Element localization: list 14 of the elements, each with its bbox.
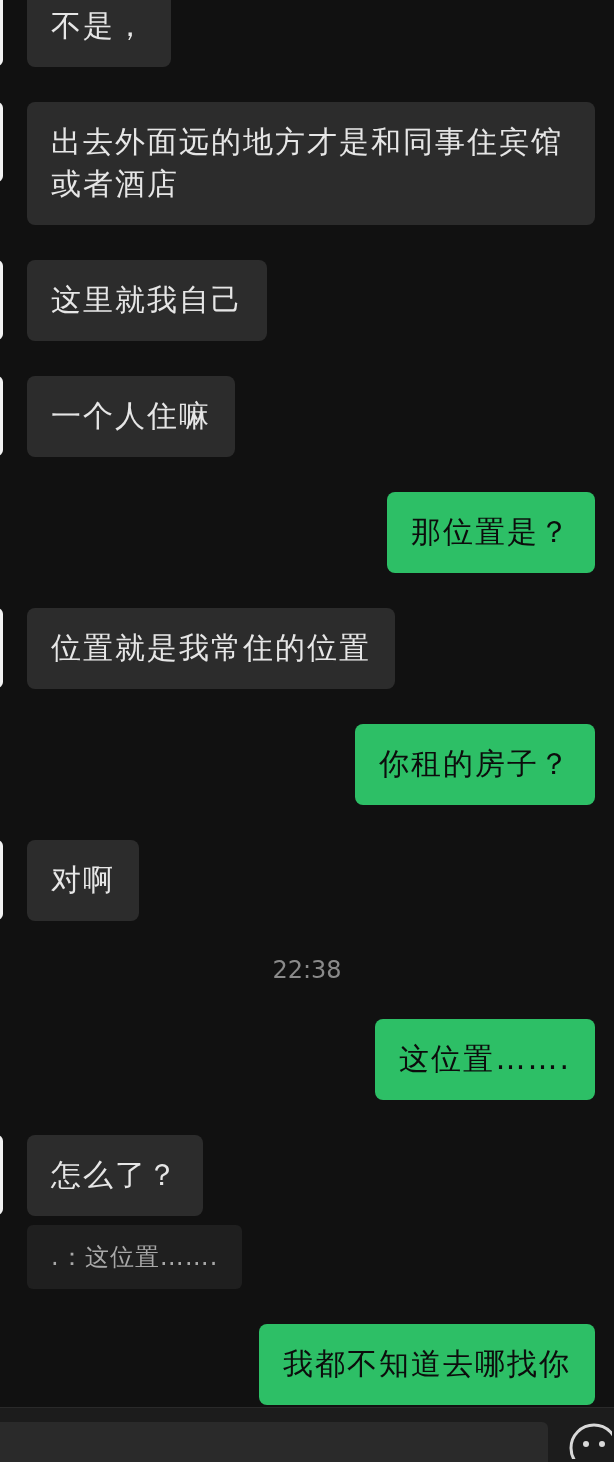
message-bubble: 出去外面远的地方才是和同事住宾馆或者酒店 [27, 102, 595, 225]
message-bubble: 不是， [27, 0, 171, 67]
timestamp: 22:38 [271, 955, 343, 986]
message-bubble: 我都不知道去哪找你 [259, 1324, 595, 1405]
message-bubble: 对啊 [27, 840, 139, 921]
message-bubble: 怎么了？ [27, 1135, 203, 1216]
message-bubble: 一个人住嘛 [27, 376, 235, 457]
message-bubble: 你租的房子？ [355, 724, 595, 805]
message-bubble: 位置就是我常住的位置 [27, 608, 395, 689]
message-bubble: 这里就我自己 [27, 260, 267, 341]
emoji-icon[interactable] [568, 1422, 612, 1459]
quoted-message[interactable]: .：这位置……. [27, 1225, 243, 1289]
message-bubble: 这位置……. [375, 1019, 595, 1100]
message-bubble: 那位置是？ [387, 492, 595, 573]
